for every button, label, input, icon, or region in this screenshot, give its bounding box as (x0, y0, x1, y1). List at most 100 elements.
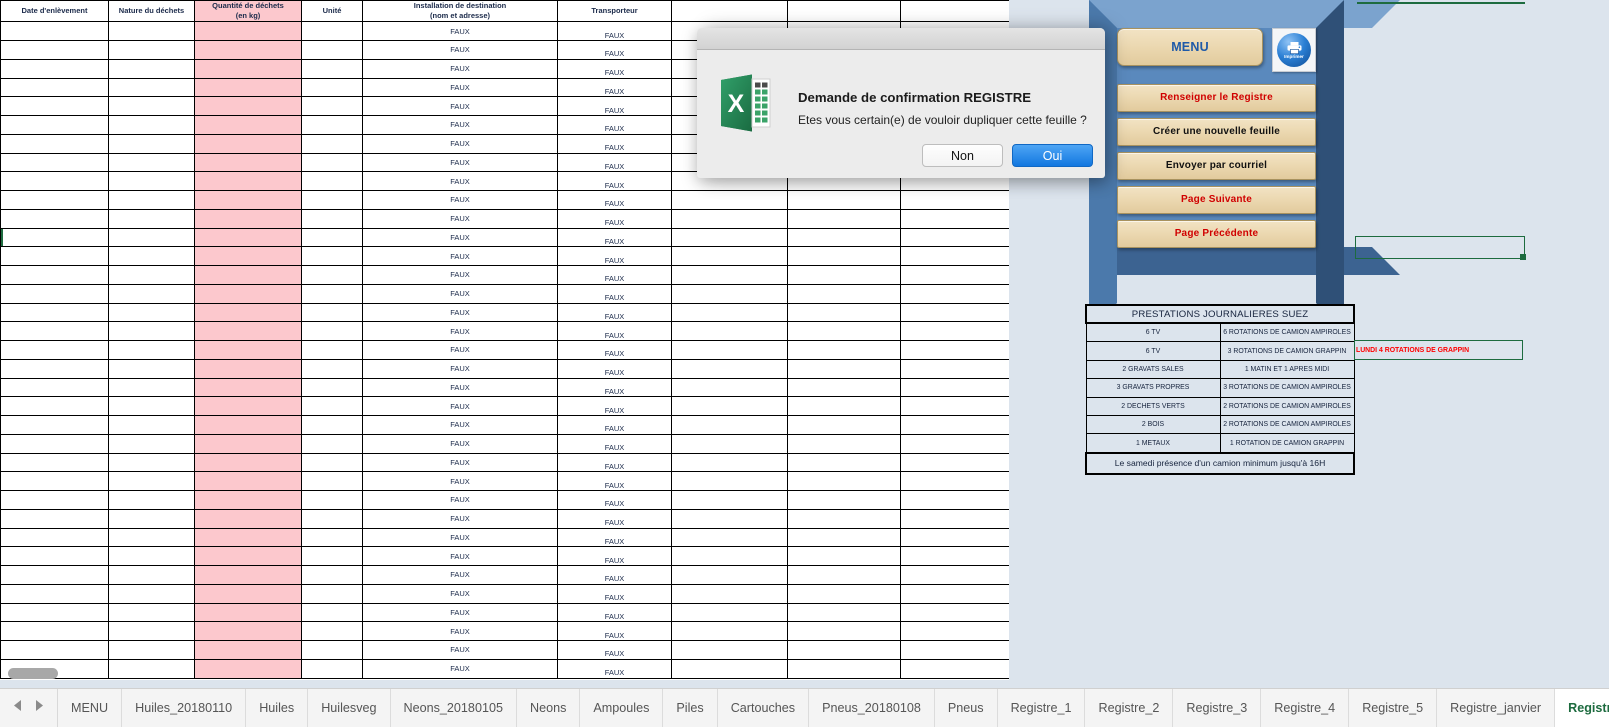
grid-cell[interactable] (301, 415, 363, 435)
grid-cell[interactable]: FAUX (557, 21, 672, 41)
grid-cell[interactable] (301, 133, 363, 154)
grid-cell[interactable]: FAUX (362, 58, 558, 79)
grid-cell[interactable] (194, 340, 302, 360)
grid-cell[interactable] (108, 640, 195, 660)
grid-cell[interactable] (194, 583, 302, 604)
grid-cell[interactable] (0, 265, 109, 285)
grid-cell[interactable] (900, 246, 1009, 266)
grid-cell[interactable]: FAUX (557, 358, 672, 379)
grid-cell[interactable] (301, 227, 363, 248)
grid-cell[interactable] (108, 583, 195, 604)
grid-cell[interactable] (671, 490, 788, 510)
grid-cell[interactable]: FAUX (557, 265, 672, 285)
sheet-tab-huilesveg[interactable]: Huilesveg (308, 689, 391, 727)
grid-cell[interactable]: FAUX (362, 396, 558, 416)
grid-cell[interactable]: FAUX (362, 508, 558, 529)
dialog-titlebar[interactable] (697, 28, 1105, 50)
grid-cell[interactable]: FAUX (557, 208, 672, 229)
column-header[interactable] (671, 0, 788, 23)
grid-cell[interactable]: FAUX (557, 302, 672, 323)
sheet-tab-ampoules[interactable]: Ampoules (580, 689, 664, 727)
grid-cell[interactable]: FAUX (362, 321, 558, 341)
grid-cell[interactable]: FAUX (362, 302, 558, 323)
grid-cell[interactable] (301, 396, 363, 416)
grid-cell[interactable]: FAUX (362, 265, 558, 285)
grid-cell[interactable]: FAUX (557, 77, 672, 98)
grid-cell[interactable]: FAUX (362, 621, 558, 641)
grid-cell[interactable]: FAUX (362, 152, 558, 173)
table-row[interactable]: FAUX FAUX (0, 208, 1009, 229)
grid-cell[interactable] (787, 490, 901, 510)
grid-cell[interactable] (671, 377, 788, 398)
grid-cell[interactable] (900, 471, 1009, 491)
grid-cell[interactable] (194, 302, 302, 323)
grid-cell[interactable] (301, 58, 363, 79)
grid-cell[interactable]: FAUX (362, 115, 558, 135)
panel-button-2[interactable]: Créer une nouvelle feuille (1117, 118, 1316, 146)
grid-cell[interactable] (900, 190, 1009, 210)
grid-cell[interactable] (900, 208, 1009, 229)
grid-cell[interactable] (301, 77, 363, 98)
grid-cell[interactable] (194, 415, 302, 435)
grid-cell[interactable] (194, 321, 302, 341)
grid-cell[interactable] (0, 152, 109, 173)
grid-cell[interactable]: FAUX (362, 452, 558, 473)
table-row[interactable]: FAUX FAUX (0, 471, 1009, 491)
table-row[interactable]: FAUX FAUX (0, 396, 1009, 416)
grid-cell[interactable] (194, 565, 302, 585)
grid-cell[interactable] (301, 433, 363, 454)
grid-cell[interactable] (301, 302, 363, 323)
grid-cell[interactable]: FAUX (362, 433, 558, 454)
grid-cell[interactable]: FAUX (557, 377, 672, 398)
grid-cell[interactable] (671, 452, 788, 473)
grid-cell[interactable] (787, 246, 901, 266)
grid-cell[interactable]: FAUX (362, 77, 558, 98)
table-row[interactable]: FAUX FAUX (0, 302, 1009, 323)
grid-cell[interactable] (301, 246, 363, 266)
grid-cell[interactable] (900, 490, 1009, 510)
grid-cell[interactable]: FAUX (557, 190, 672, 210)
table-row[interactable]: FAUX FAUX (0, 265, 1009, 285)
scrollbar-thumb[interactable] (8, 668, 58, 679)
grid-cell[interactable] (0, 583, 109, 604)
grid-cell[interactable] (108, 227, 195, 248)
grid-cell[interactable] (787, 265, 901, 285)
grid-cell[interactable] (301, 471, 363, 491)
grid-cell[interactable]: FAUX (557, 152, 672, 173)
grid-cell[interactable]: FAUX (362, 490, 558, 510)
grid-cell[interactable] (671, 565, 788, 585)
grid-cell[interactable]: FAUX (362, 377, 558, 398)
grid-cell[interactable] (194, 171, 302, 191)
grid-cell[interactable] (0, 640, 109, 660)
grid-cell[interactable] (0, 490, 109, 510)
grid-cell[interactable] (671, 527, 788, 548)
grid-cell[interactable] (787, 433, 901, 454)
grid-cell[interactable] (194, 490, 302, 510)
column-header[interactable]: Transporteur (557, 0, 672, 23)
grid-cell[interactable] (787, 471, 901, 491)
grid-cell[interactable] (0, 508, 109, 529)
sheet-tab-bar[interactable]: MENU Huiles_20180110 Huiles Huilesveg Neons_… (0, 688, 1609, 727)
grid-cell[interactable] (0, 471, 109, 491)
column-header[interactable]: Installation de destination (nom et adres… (362, 0, 558, 23)
grid-cell[interactable] (900, 452, 1009, 473)
grid-cell[interactable]: FAUX (362, 358, 558, 379)
grid-cell[interactable] (787, 565, 901, 585)
grid-cell[interactable] (0, 433, 109, 454)
grid-cell[interactable] (194, 546, 302, 566)
grid-cell[interactable] (0, 302, 109, 323)
grid-cell[interactable] (787, 546, 901, 566)
menu-button[interactable]: MENU (1117, 28, 1263, 66)
grid-cell[interactable] (194, 58, 302, 79)
grid-cell[interactable] (900, 621, 1009, 641)
grid-cell[interactable] (900, 583, 1009, 604)
grid-cell[interactable] (787, 283, 901, 304)
grid-cell[interactable] (0, 415, 109, 435)
sheet-tab-registre_2[interactable]: Registre_2 (1085, 689, 1174, 727)
grid-cell[interactable] (0, 340, 109, 360)
grid-cell[interactable] (900, 508, 1009, 529)
cancel-button[interactable]: Non (922, 144, 1003, 167)
grid-cell[interactable] (787, 602, 901, 623)
grid-cell[interactable] (194, 471, 302, 491)
grid-cell[interactable] (301, 171, 363, 191)
